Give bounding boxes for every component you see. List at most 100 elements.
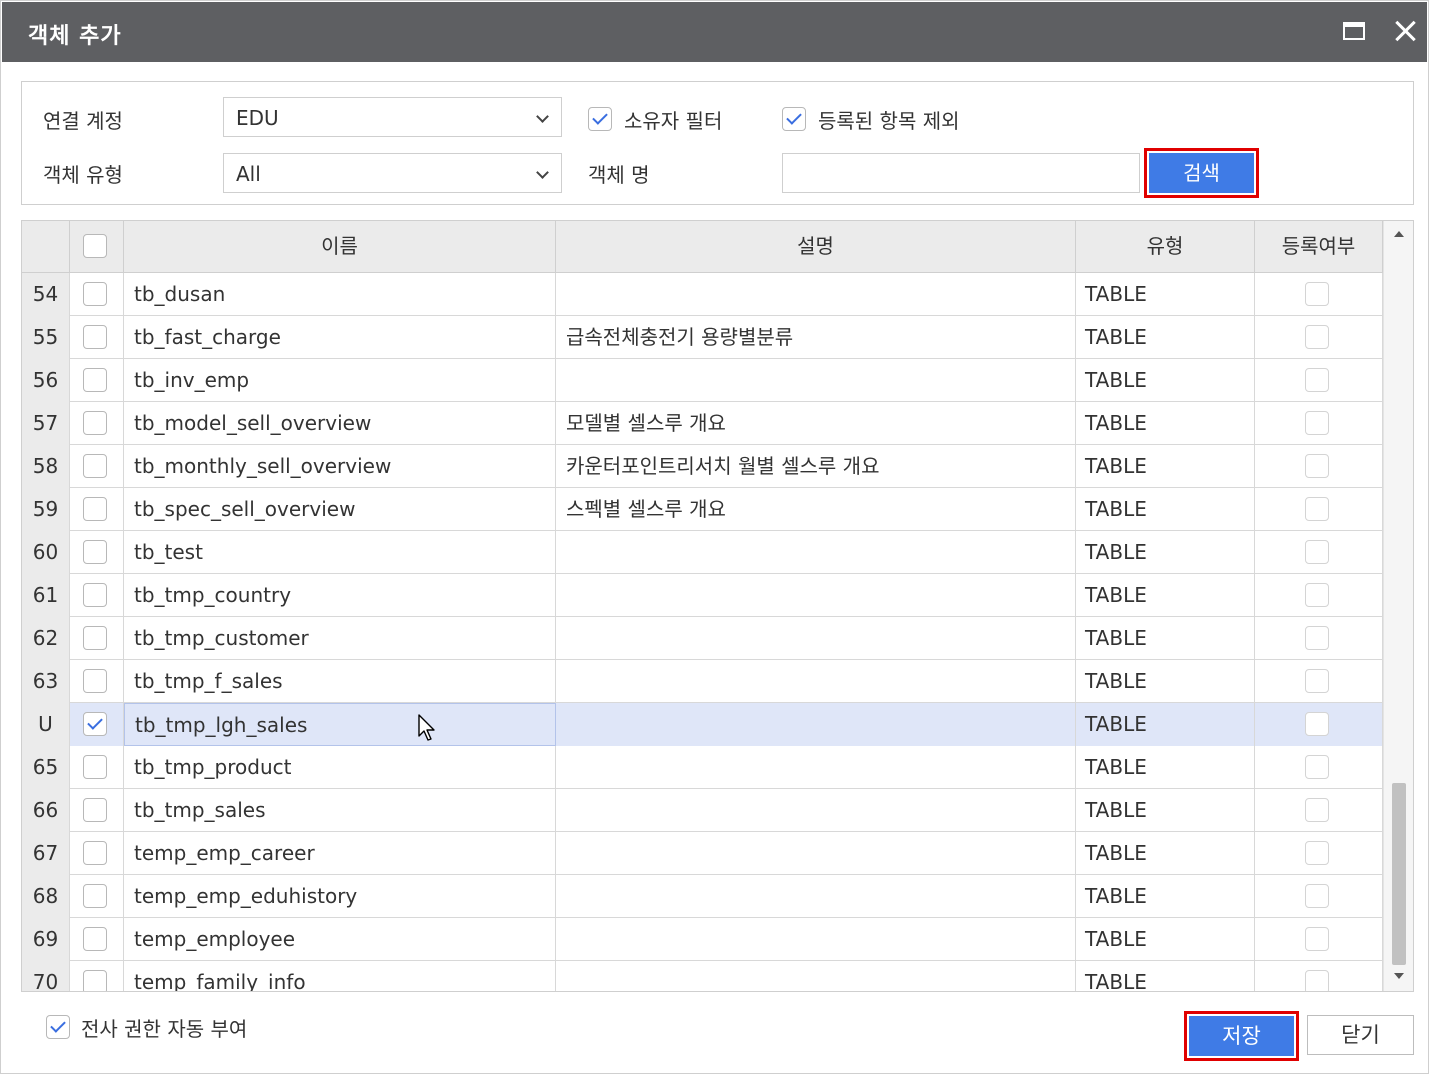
object-description-cell[interactable] — [556, 703, 1076, 746]
registered-checkbox[interactable] — [1305, 325, 1329, 349]
registered-checkbox[interactable] — [1305, 841, 1329, 865]
registered-checkbox[interactable] — [1305, 540, 1329, 564]
object-type-select[interactable]: All — [223, 153, 562, 193]
vertical-scrollbar[interactable] — [1383, 221, 1413, 991]
registered-checkbox[interactable] — [1305, 755, 1329, 779]
object-type-cell[interactable]: TABLE — [1076, 617, 1255, 660]
table-row[interactable]: 57 tb_model_sell_overview 모델별 셀스루 개요 TABLE — [22, 402, 1383, 445]
registered-checkbox[interactable] — [1305, 798, 1329, 822]
table-row[interactable]: 55 tb_fast_charge 급속전체충전기 용량별분류 TABLE — [22, 316, 1383, 359]
owner-filter-checkbox[interactable] — [588, 107, 612, 131]
row-select-checkbox[interactable] — [83, 368, 107, 392]
object-type-cell[interactable]: TABLE — [1076, 746, 1255, 789]
object-name-cell[interactable]: temp_employee — [124, 918, 556, 961]
object-type-cell[interactable]: TABLE — [1076, 832, 1255, 875]
object-name-cell[interactable]: tb_tmp_product — [124, 746, 556, 789]
object-description-cell[interactable] — [556, 359, 1076, 402]
registered-checkbox[interactable] — [1305, 669, 1329, 693]
object-type-cell[interactable]: TABLE — [1076, 488, 1255, 531]
object-description-cell[interactable] — [556, 273, 1076, 316]
header-description[interactable]: 설명 — [556, 221, 1076, 273]
row-select-checkbox[interactable] — [83, 540, 107, 564]
object-name-cell[interactable]: tb_inv_emp — [124, 359, 556, 402]
object-description-cell[interactable] — [556, 617, 1076, 660]
object-name-cell[interactable]: tb_tmp_customer — [124, 617, 556, 660]
object-description-cell[interactable] — [556, 660, 1076, 703]
registered-checkbox[interactable] — [1305, 626, 1329, 650]
table-row[interactable]: 63 tb_tmp_f_sales TABLE — [22, 660, 1383, 703]
object-name-cell[interactable]: tb_fast_charge — [124, 316, 556, 359]
object-name-cell[interactable]: tb_tmp_country — [124, 574, 556, 617]
scroll-down-icon[interactable] — [1394, 973, 1404, 979]
table-row[interactable]: 67 temp_emp_career TABLE — [22, 832, 1383, 875]
object-description-cell[interactable]: 카운터포인트리서치 월별 셀스루 개요 — [556, 445, 1076, 488]
object-name-cell[interactable]: temp_emp_career — [124, 832, 556, 875]
scrollbar-thumb[interactable] — [1392, 783, 1406, 965]
header-type[interactable]: 유형 — [1076, 221, 1255, 273]
table-row[interactable]: 61 tb_tmp_country TABLE — [22, 574, 1383, 617]
object-description-cell[interactable] — [556, 918, 1076, 961]
object-name-input[interactable] — [782, 153, 1140, 193]
table-row[interactable]: 58 tb_monthly_sell_overview 카운터포인트리서치 월별 셀… — [22, 445, 1383, 488]
object-description-cell[interactable] — [556, 875, 1076, 918]
object-type-cell[interactable]: TABLE — [1076, 273, 1255, 316]
registered-checkbox[interactable] — [1305, 712, 1329, 736]
registered-checkbox[interactable] — [1305, 497, 1329, 521]
object-description-cell[interactable] — [556, 832, 1076, 875]
object-type-cell[interactable]: TABLE — [1076, 660, 1255, 703]
header-name[interactable]: 이름 — [124, 221, 556, 273]
table-row[interactable]: 65 tb_tmp_product TABLE — [22, 746, 1383, 789]
row-select-checkbox[interactable] — [83, 884, 107, 908]
object-type-cell[interactable]: TABLE — [1076, 445, 1255, 488]
object-description-cell[interactable] — [556, 531, 1076, 574]
object-description-cell[interactable] — [556, 961, 1076, 991]
object-type-cell[interactable]: TABLE — [1076, 918, 1255, 961]
object-name-cell[interactable]: tb_tmp_lgh_sales — [124, 703, 556, 746]
object-type-cell[interactable]: TABLE — [1076, 789, 1255, 832]
registered-checkbox[interactable] — [1305, 583, 1329, 607]
object-type-cell[interactable]: TABLE — [1076, 531, 1255, 574]
object-name-cell[interactable]: tb_tmp_sales — [124, 789, 556, 832]
object-description-cell[interactable]: 스펙별 셀스루 개요 — [556, 488, 1076, 531]
object-name-cell[interactable]: temp_emp_eduhistory — [124, 875, 556, 918]
registered-checkbox[interactable] — [1305, 411, 1329, 435]
object-description-cell[interactable]: 급속전체충전기 용량별분류 — [556, 316, 1076, 359]
scroll-up-icon[interactable] — [1394, 231, 1404, 237]
row-select-checkbox[interactable] — [83, 325, 107, 349]
table-row[interactable]: 56 tb_inv_emp TABLE — [22, 359, 1383, 402]
registered-checkbox[interactable] — [1305, 884, 1329, 908]
row-select-checkbox[interactable] — [83, 454, 107, 478]
object-name-cell[interactable]: tb_monthly_sell_overview — [124, 445, 556, 488]
object-type-cell[interactable]: TABLE — [1076, 961, 1255, 991]
table-row[interactable]: 60 tb_test TABLE — [22, 531, 1383, 574]
object-description-cell[interactable]: 모델별 셀스루 개요 — [556, 402, 1076, 445]
close-icon[interactable] — [1390, 16, 1420, 46]
row-select-checkbox[interactable] — [83, 927, 107, 951]
table-row[interactable]: 70 temp_family_info TABLE — [22, 961, 1383, 991]
object-type-cell[interactable]: TABLE — [1076, 359, 1255, 402]
registered-checkbox[interactable] — [1305, 927, 1329, 951]
row-select-checkbox[interactable] — [83, 282, 107, 306]
row-select-checkbox[interactable] — [83, 411, 107, 435]
row-select-checkbox[interactable] — [83, 798, 107, 822]
row-select-checkbox[interactable] — [83, 583, 107, 607]
object-name-cell[interactable]: tb_test — [124, 531, 556, 574]
row-select-checkbox[interactable] — [83, 970, 107, 991]
save-button[interactable]: 저장 — [1184, 1011, 1299, 1061]
table-row[interactable]: 54 tb_dusan TABLE — [22, 273, 1383, 316]
search-button[interactable]: 검색 — [1144, 148, 1259, 198]
object-name-cell[interactable]: tb_tmp_f_sales — [124, 660, 556, 703]
table-row[interactable]: 69 temp_employee TABLE — [22, 918, 1383, 961]
row-select-checkbox[interactable] — [83, 669, 107, 693]
object-description-cell[interactable] — [556, 746, 1076, 789]
header-registered[interactable]: 등록여부 — [1255, 221, 1383, 273]
row-select-checkbox[interactable] — [83, 841, 107, 865]
table-row[interactable]: Utb_tmp_lgh_sales TABLE — [22, 703, 1383, 746]
close-button[interactable]: 닫기 — [1307, 1015, 1414, 1055]
registered-checkbox[interactable] — [1305, 282, 1329, 306]
object-type-cell[interactable]: TABLE — [1076, 574, 1255, 617]
table-row[interactable]: 59 tb_spec_sell_overview 스펙별 셀스루 개요 TABLE — [22, 488, 1383, 531]
object-name-cell[interactable]: temp_family_info — [124, 961, 556, 991]
table-row[interactable]: 66 tb_tmp_sales TABLE — [22, 789, 1383, 832]
object-description-cell[interactable] — [556, 789, 1076, 832]
